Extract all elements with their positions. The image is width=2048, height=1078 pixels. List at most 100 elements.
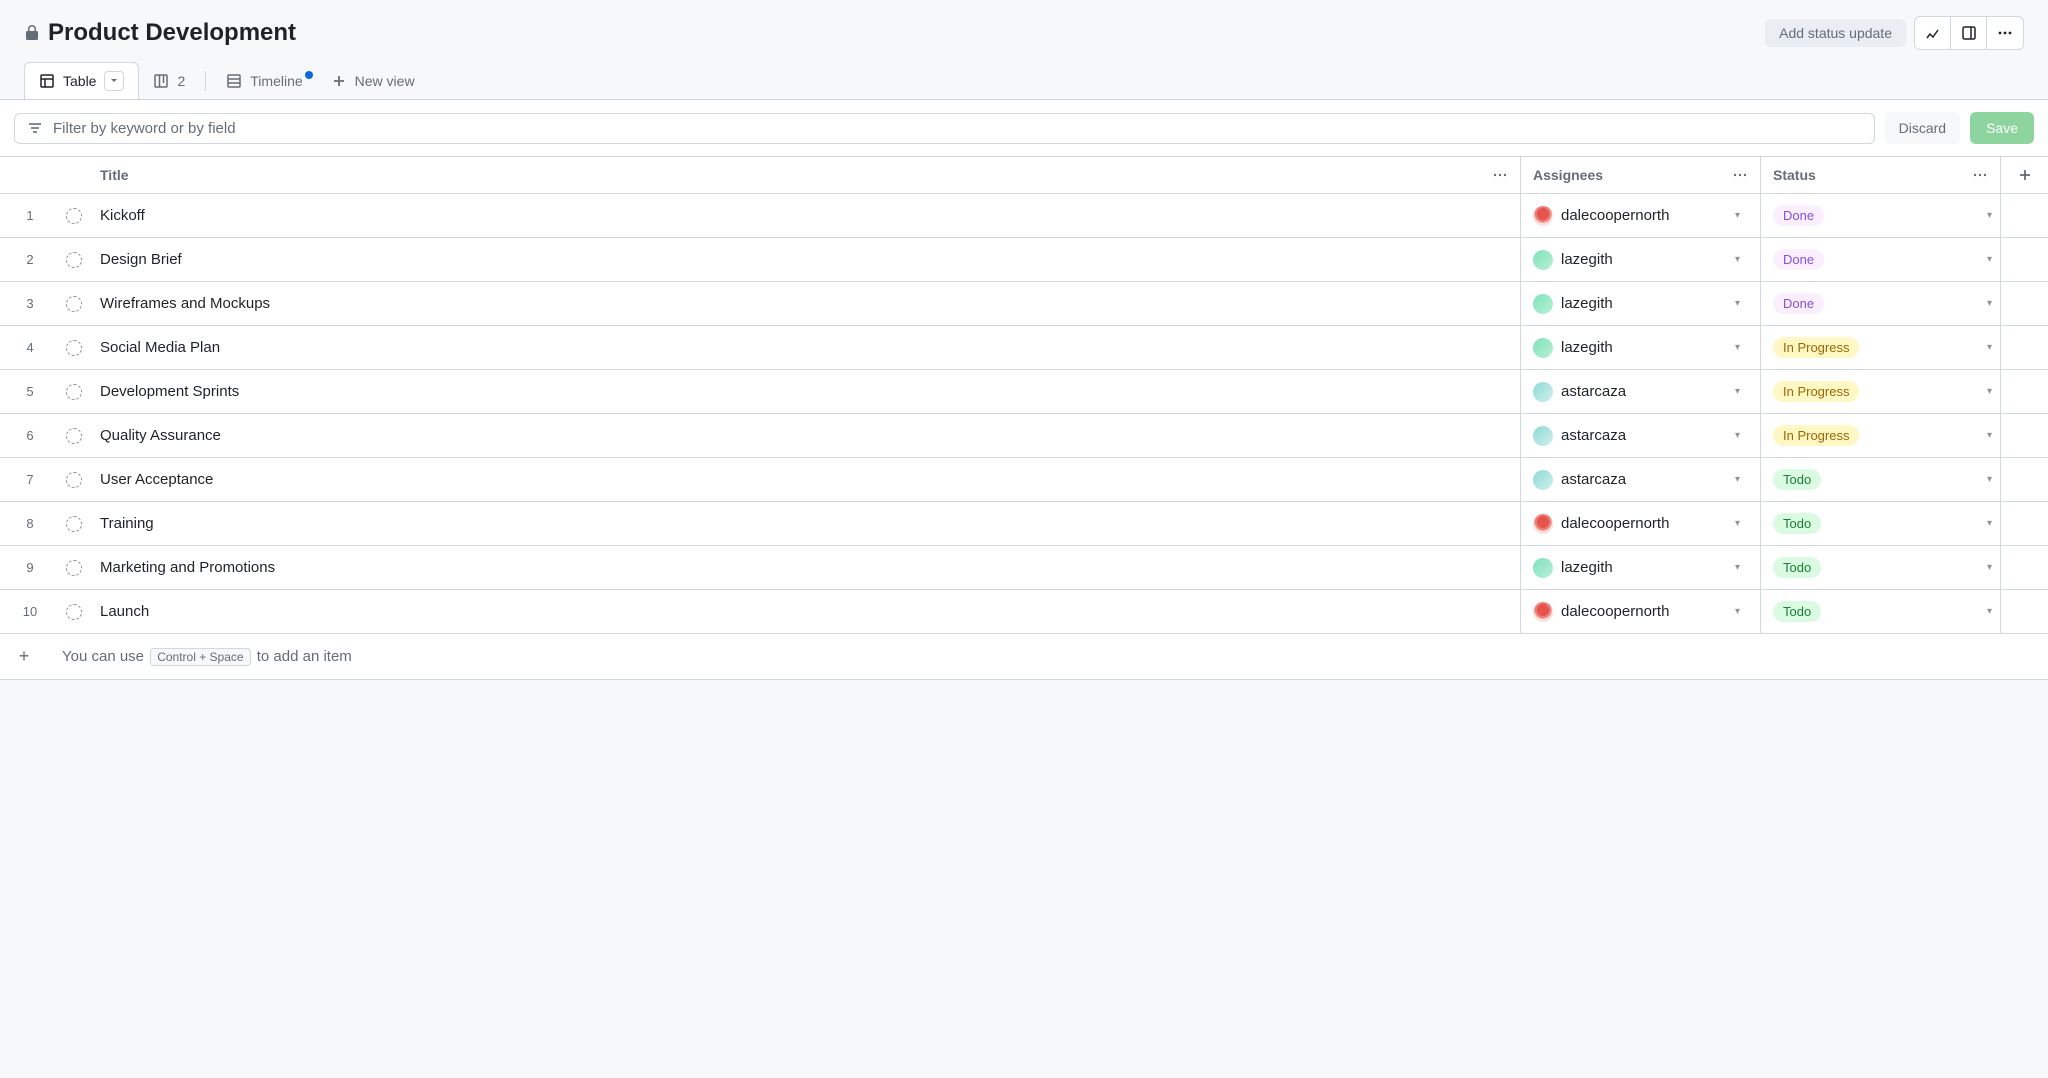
filter-input-wrap[interactable] [14, 113, 1875, 144]
row-status-cell[interactable]: Done ▾ [1760, 194, 2000, 237]
row-assignee-cell[interactable]: dalecoopernorth ▾ [1520, 502, 1760, 545]
chevron-down-icon[interactable]: ▾ [1735, 210, 1740, 221]
tab-table-menu[interactable] [104, 71, 124, 91]
row-title-cell[interactable]: Social Media Plan [88, 326, 1520, 369]
chevron-down-icon[interactable]: ▾ [1735, 430, 1740, 441]
row-title-cell[interactable]: Quality Assurance [88, 414, 1520, 457]
tab-table[interactable]: Table [24, 62, 139, 99]
table-row[interactable]: 10 Launch dalecoopernorth ▾ Todo ▾ [0, 590, 2048, 634]
row-status-cell[interactable]: In Progress ▾ [1760, 326, 2000, 369]
chevron-down-icon[interactable]: ▾ [1735, 342, 1740, 353]
table-row[interactable]: 3 Wireframes and Mockups lazegith ▾ Done… [0, 282, 2048, 326]
row-assignee-cell[interactable]: dalecoopernorth ▾ [1520, 194, 1760, 237]
discard-button[interactable]: Discard [1885, 112, 1960, 144]
chevron-down-icon[interactable]: ▾ [1987, 606, 1992, 617]
assignee-name: lazegith [1561, 295, 1613, 312]
save-button[interactable]: Save [1970, 112, 2034, 144]
draft-issue-icon [66, 604, 82, 620]
row-title-cell[interactable]: Wireframes and Mockups [88, 282, 1520, 325]
row-title-cell[interactable]: Marketing and Promotions [88, 546, 1520, 589]
filter-input[interactable] [53, 120, 1862, 137]
chevron-down-icon[interactable]: ▾ [1987, 386, 1992, 397]
avatar [1533, 558, 1553, 578]
row-assignee-cell[interactable]: lazegith ▾ [1520, 282, 1760, 325]
more-options-button[interactable] [1987, 17, 2023, 49]
draft-issue-icon [66, 208, 82, 224]
row-status-cell[interactable]: Todo ▾ [1760, 458, 2000, 501]
chevron-down-icon[interactable]: ▾ [1735, 386, 1740, 397]
timeline-icon [226, 73, 242, 89]
panel-toggle-button[interactable] [1951, 17, 1987, 49]
chevron-down-icon[interactable]: ▾ [1735, 254, 1740, 265]
chevron-down-icon[interactable]: ▾ [1735, 518, 1740, 529]
row-status-cell[interactable]: In Progress ▾ [1760, 370, 2000, 413]
status-badge: Todo [1773, 557, 1821, 578]
table-row[interactable]: 4 Social Media Plan lazegith ▾ In Progre… [0, 326, 2048, 370]
board-icon [153, 73, 169, 89]
table-row[interactable]: 7 User Acceptance astarcaza ▾ Todo ▾ [0, 458, 2048, 502]
row-assignee-cell[interactable]: dalecoopernorth ▾ [1520, 590, 1760, 633]
row-status-cell[interactable]: Todo ▾ [1760, 590, 2000, 633]
assignee-name: lazegith [1561, 339, 1613, 356]
row-status-cell[interactable]: Todo ▾ [1760, 502, 2000, 545]
row-status-cell[interactable]: Done ▾ [1760, 238, 2000, 281]
chevron-down-icon[interactable]: ▾ [1735, 562, 1740, 573]
row-assignee-cell[interactable]: astarcaza ▾ [1520, 370, 1760, 413]
add-item-row[interactable]: + You can use Control + Space to add an … [0, 634, 2048, 680]
draft-issue-icon [66, 340, 82, 356]
insights-button[interactable] [1915, 17, 1951, 49]
chevron-down-icon[interactable]: ▾ [1987, 298, 1992, 309]
draft-issue-icon [66, 560, 82, 576]
add-status-update-button[interactable]: Add status update [1765, 19, 1906, 47]
chevron-down-icon[interactable]: ▾ [1987, 474, 1992, 485]
row-title-cell[interactable]: Development Sprints [88, 370, 1520, 413]
tab-board[interactable]: 2 [139, 65, 199, 97]
row-status-cell[interactable]: Done ▾ [1760, 282, 2000, 325]
row-assignee-cell[interactable]: lazegith ▾ [1520, 546, 1760, 589]
column-menu-assignees[interactable] [1732, 167, 1748, 183]
column-menu-title[interactable] [1492, 167, 1508, 183]
table-row[interactable]: 8 Training dalecoopernorth ▾ Todo ▾ [0, 502, 2048, 546]
table-row[interactable]: 1 Kickoff dalecoopernorth ▾ Done ▾ [0, 194, 2048, 238]
draft-issue-icon [66, 296, 82, 312]
row-title-cell[interactable]: Design Brief [88, 238, 1520, 281]
table-row[interactable]: 2 Design Brief lazegith ▾ Done ▾ [0, 238, 2048, 282]
column-menu-status[interactable] [1972, 167, 1988, 183]
row-number: 6 [0, 414, 60, 457]
column-header-title[interactable]: Title [100, 167, 129, 183]
chevron-down-icon[interactable]: ▾ [1987, 254, 1992, 265]
column-header-status[interactable]: Status [1773, 167, 1816, 183]
assignee-name: astarcaza [1561, 427, 1626, 444]
column-header-assignees[interactable]: Assignees [1533, 167, 1603, 183]
chevron-down-icon[interactable]: ▾ [1735, 474, 1740, 485]
chevron-down-icon[interactable]: ▾ [1735, 606, 1740, 617]
status-badge: Todo [1773, 513, 1821, 534]
assignee-name: lazegith [1561, 559, 1613, 576]
row-title-cell[interactable]: User Acceptance [88, 458, 1520, 501]
avatar [1533, 250, 1553, 270]
tab-timeline[interactable]: Timeline [212, 65, 316, 97]
row-assignee-cell[interactable]: astarcaza ▾ [1520, 414, 1760, 457]
table-row[interactable]: 6 Quality Assurance astarcaza ▾ In Progr… [0, 414, 2048, 458]
chevron-down-icon[interactable]: ▾ [1987, 210, 1992, 221]
add-column-button[interactable] [2000, 157, 2048, 193]
chevron-down-icon[interactable]: ▾ [1735, 298, 1740, 309]
table-row[interactable]: 9 Marketing and Promotions lazegith ▾ To… [0, 546, 2048, 590]
row-number: 5 [0, 370, 60, 413]
row-assignee-cell[interactable]: lazegith ▾ [1520, 326, 1760, 369]
table-row[interactable]: 5 Development Sprints astarcaza ▾ In Pro… [0, 370, 2048, 414]
chevron-down-icon[interactable]: ▾ [1987, 342, 1992, 353]
chevron-down-icon[interactable]: ▾ [1987, 562, 1992, 573]
chevron-down-icon[interactable]: ▾ [1987, 518, 1992, 529]
row-title-cell[interactable]: Kickoff [88, 194, 1520, 237]
row-title-cell[interactable]: Launch [88, 590, 1520, 633]
row-assignee-cell[interactable]: lazegith ▾ [1520, 238, 1760, 281]
row-status-cell[interactable]: In Progress ▾ [1760, 414, 2000, 457]
chevron-down-icon[interactable]: ▾ [1987, 430, 1992, 441]
row-status-cell[interactable]: Todo ▾ [1760, 546, 2000, 589]
new-view-button[interactable]: New view [317, 65, 429, 97]
status-badge: In Progress [1773, 381, 1859, 402]
add-item-plus-icon[interactable]: + [14, 646, 34, 667]
row-assignee-cell[interactable]: astarcaza ▾ [1520, 458, 1760, 501]
row-title-cell[interactable]: Training [88, 502, 1520, 545]
